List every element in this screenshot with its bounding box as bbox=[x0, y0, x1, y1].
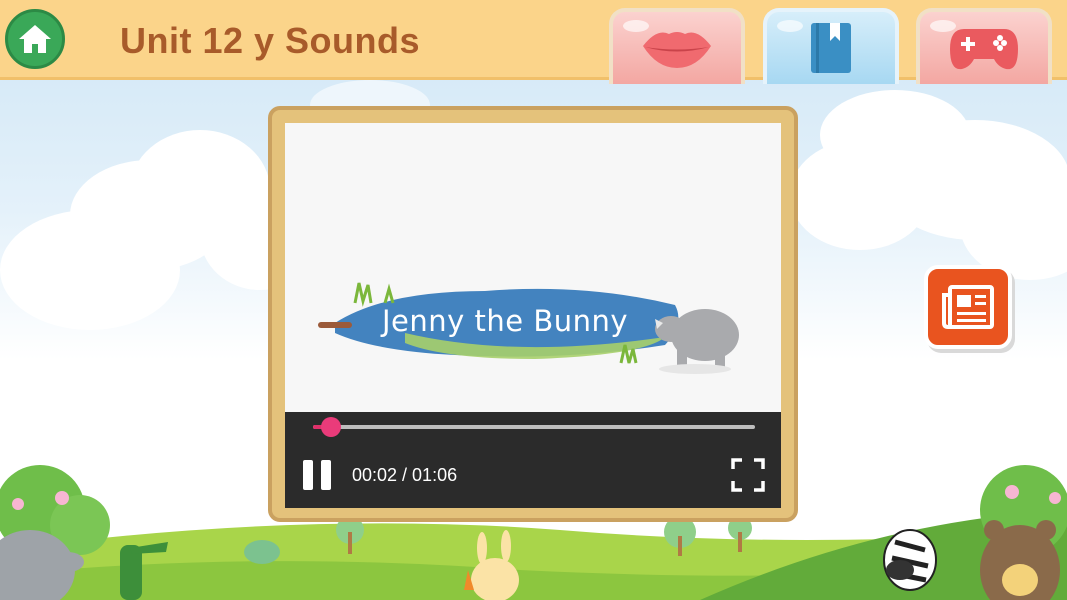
lips-icon bbox=[643, 32, 711, 68]
tab-story[interactable] bbox=[763, 8, 899, 84]
seek-bar[interactable] bbox=[313, 417, 755, 437]
video-frame: Jenny the Bunny 00:02 / 01:06 bbox=[268, 106, 798, 522]
video-controls: 00:02 / 01:06 bbox=[285, 412, 781, 508]
tab-game[interactable] bbox=[916, 8, 1052, 84]
newspaper-icon bbox=[942, 285, 994, 329]
seek-thumb[interactable] bbox=[320, 417, 341, 437]
video-display[interactable]: Jenny the Bunny bbox=[285, 123, 781, 412]
tab-pronunciation[interactable] bbox=[609, 8, 745, 84]
pause-icon bbox=[303, 460, 313, 490]
video-title-text: Jenny the Bunny bbox=[382, 304, 629, 338]
home-button[interactable] bbox=[5, 9, 65, 69]
page-title: Unit 12 y Sounds bbox=[120, 20, 421, 61]
article-button[interactable] bbox=[924, 265, 1012, 349]
video-title-card bbox=[318, 282, 739, 374]
video-player[interactable]: Jenny the Bunny 00:02 / 01:06 bbox=[285, 123, 781, 508]
fullscreen-icon bbox=[731, 458, 765, 492]
gamepad-icon bbox=[950, 29, 1018, 70]
fullscreen-button[interactable] bbox=[731, 458, 765, 492]
time-display: 00:02 / 01:06 bbox=[352, 465, 458, 485]
pause-button[interactable] bbox=[303, 460, 335, 492]
top-bar: Unit 12 y Sounds bbox=[0, 0, 1067, 84]
book-icon bbox=[811, 23, 851, 73]
home-icon bbox=[19, 25, 51, 53]
pause-icon-bar bbox=[321, 460, 331, 490]
